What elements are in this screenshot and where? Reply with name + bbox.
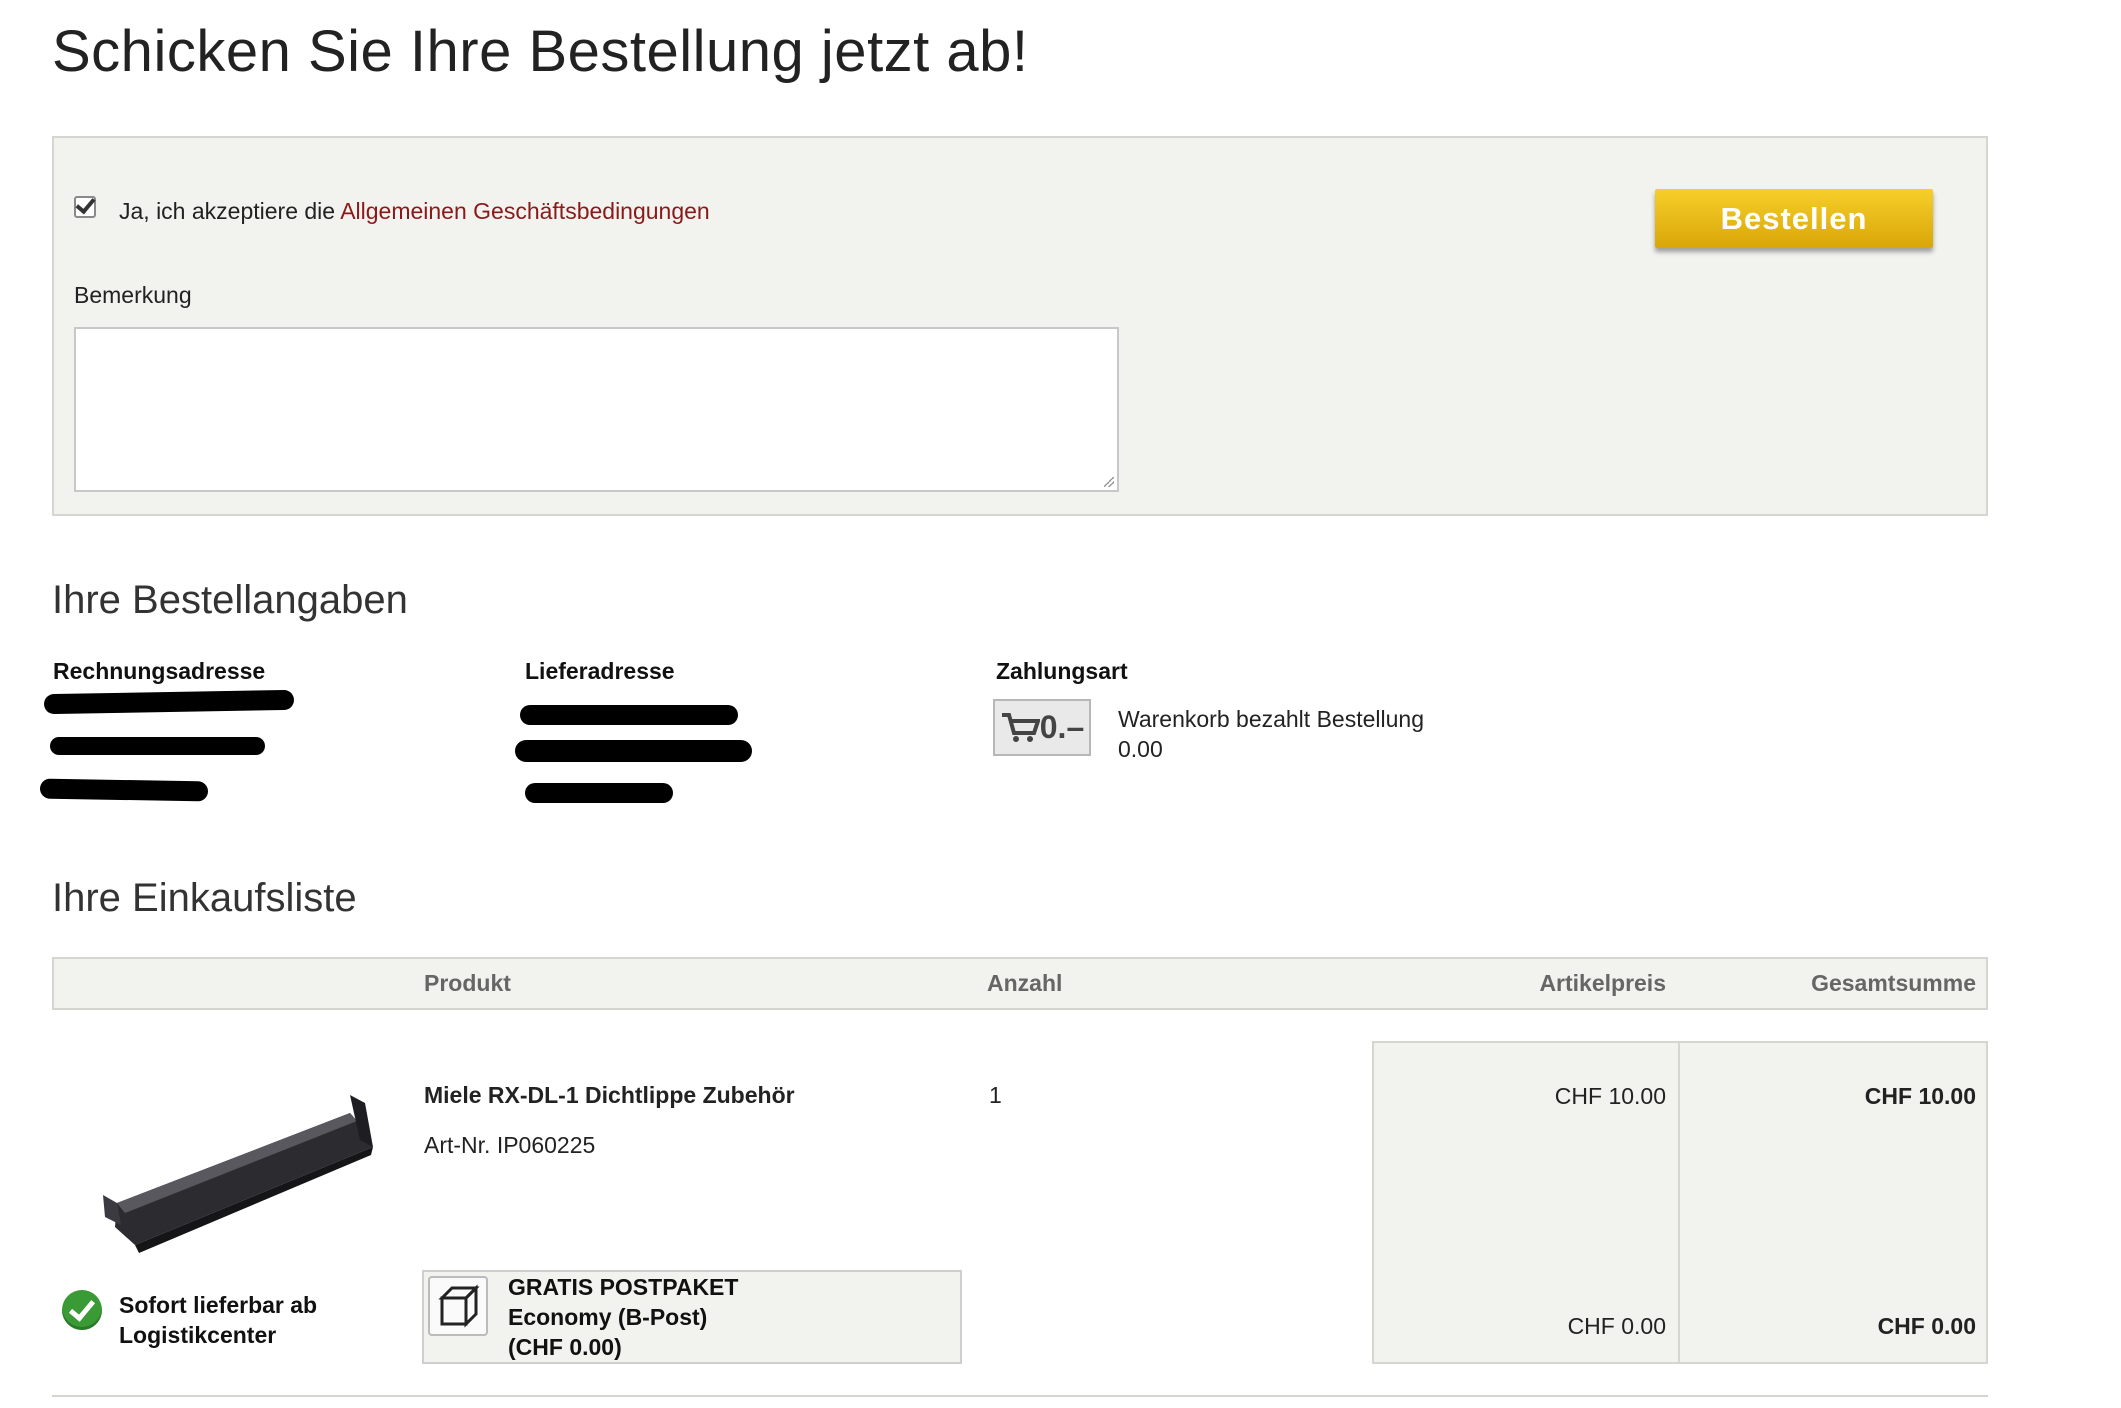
payment-method: Warenkorb bezahlt Bestellung <box>1118 706 1424 732</box>
redacted-shipping-line-2 <box>515 740 752 762</box>
price-divider <box>1678 1041 1680 1364</box>
col-quantity: Anzahl <box>987 970 1063 996</box>
bottom-divider <box>52 1395 1988 1397</box>
product-quantity: 1 <box>989 1082 1002 1108</box>
cart-heading: Ihre Einkaufsliste <box>52 876 357 920</box>
redacted-billing-line-2 <box>50 737 265 755</box>
product-image[interactable] <box>95 1085 385 1255</box>
remark-label: Bemerkung <box>74 282 192 308</box>
shopping-cart-icon <box>1001 712 1040 742</box>
agb-checkbox[interactable] <box>74 193 96 218</box>
agb-link[interactable]: Allgemeinen Geschäftsbedingungen <box>340 198 710 224</box>
col-total: Gesamtsumme <box>1811 970 1976 996</box>
details-heading: Ihre Bestellangaben <box>52 578 408 622</box>
availability-line-2: Logistikcenter <box>119 1322 277 1348</box>
shipping-label: Lieferadresse <box>525 658 675 684</box>
shipping-text: GRATIS POSTPAKET Economy (B-Post) (CHF 0… <box>508 1272 738 1362</box>
redacted-shipping-line-3 <box>525 783 673 803</box>
agb-label: Ja, ich akzeptiere die Allgemeinen Gesch… <box>119 198 710 225</box>
payment-cart-icon: 0.– <box>993 699 1091 756</box>
order-button[interactable]: Bestellen <box>1655 189 1933 248</box>
availability-line-1: Sofort lieferbar ab <box>119 1292 318 1318</box>
available-check-icon <box>62 1290 102 1330</box>
col-unit-price: Artikelpreis <box>1539 970 1666 996</box>
shipping-total: CHF 0.00 <box>1877 1313 1976 1339</box>
shipping-line-2: Economy (B-Post) <box>508 1304 708 1330</box>
item-unit-price: CHF 10.00 <box>1554 1083 1666 1109</box>
product-article-no: Art-Nr. IP060225 <box>424 1132 596 1158</box>
payment-info: Warenkorb bezahlt Bestellung 0.00 <box>1118 704 1424 764</box>
billing-label: Rechnungsadresse <box>53 658 266 684</box>
page-title: Schicken Sie Ihre Bestellung jetzt ab! <box>52 19 1029 84</box>
product-name[interactable]: Miele RX-DL-1 Dichtlippe Zubehör <box>424 1082 795 1109</box>
item-total: CHF 10.00 <box>1864 1083 1976 1109</box>
agb-prefix: Ja, ich akzeptiere die <box>119 198 341 224</box>
redacted-billing-line-1 <box>43 689 295 715</box>
redacted-billing-line-3 <box>39 778 209 802</box>
payment-icon-text: 0.– <box>1039 709 1085 745</box>
col-product: Produkt <box>424 970 511 996</box>
checkmark-icon <box>75 193 96 215</box>
payment-label: Zahlungsart <box>996 658 1128 684</box>
shipping-line-3: (CHF 0.00) <box>508 1334 622 1360</box>
remark-textarea[interactable] <box>74 327 1119 492</box>
payment-amount: 0.00 <box>1118 736 1163 762</box>
package-box-icon <box>428 1276 488 1336</box>
redacted-shipping-line-1 <box>520 705 738 725</box>
availability-text: Sofort lieferbar ab Logistikcenter <box>119 1290 317 1350</box>
shipping-unit-price: CHF 0.00 <box>1567 1313 1666 1339</box>
shipping-line-1: GRATIS POSTPAKET <box>508 1274 739 1300</box>
resize-grip-icon[interactable] <box>1104 477 1114 487</box>
